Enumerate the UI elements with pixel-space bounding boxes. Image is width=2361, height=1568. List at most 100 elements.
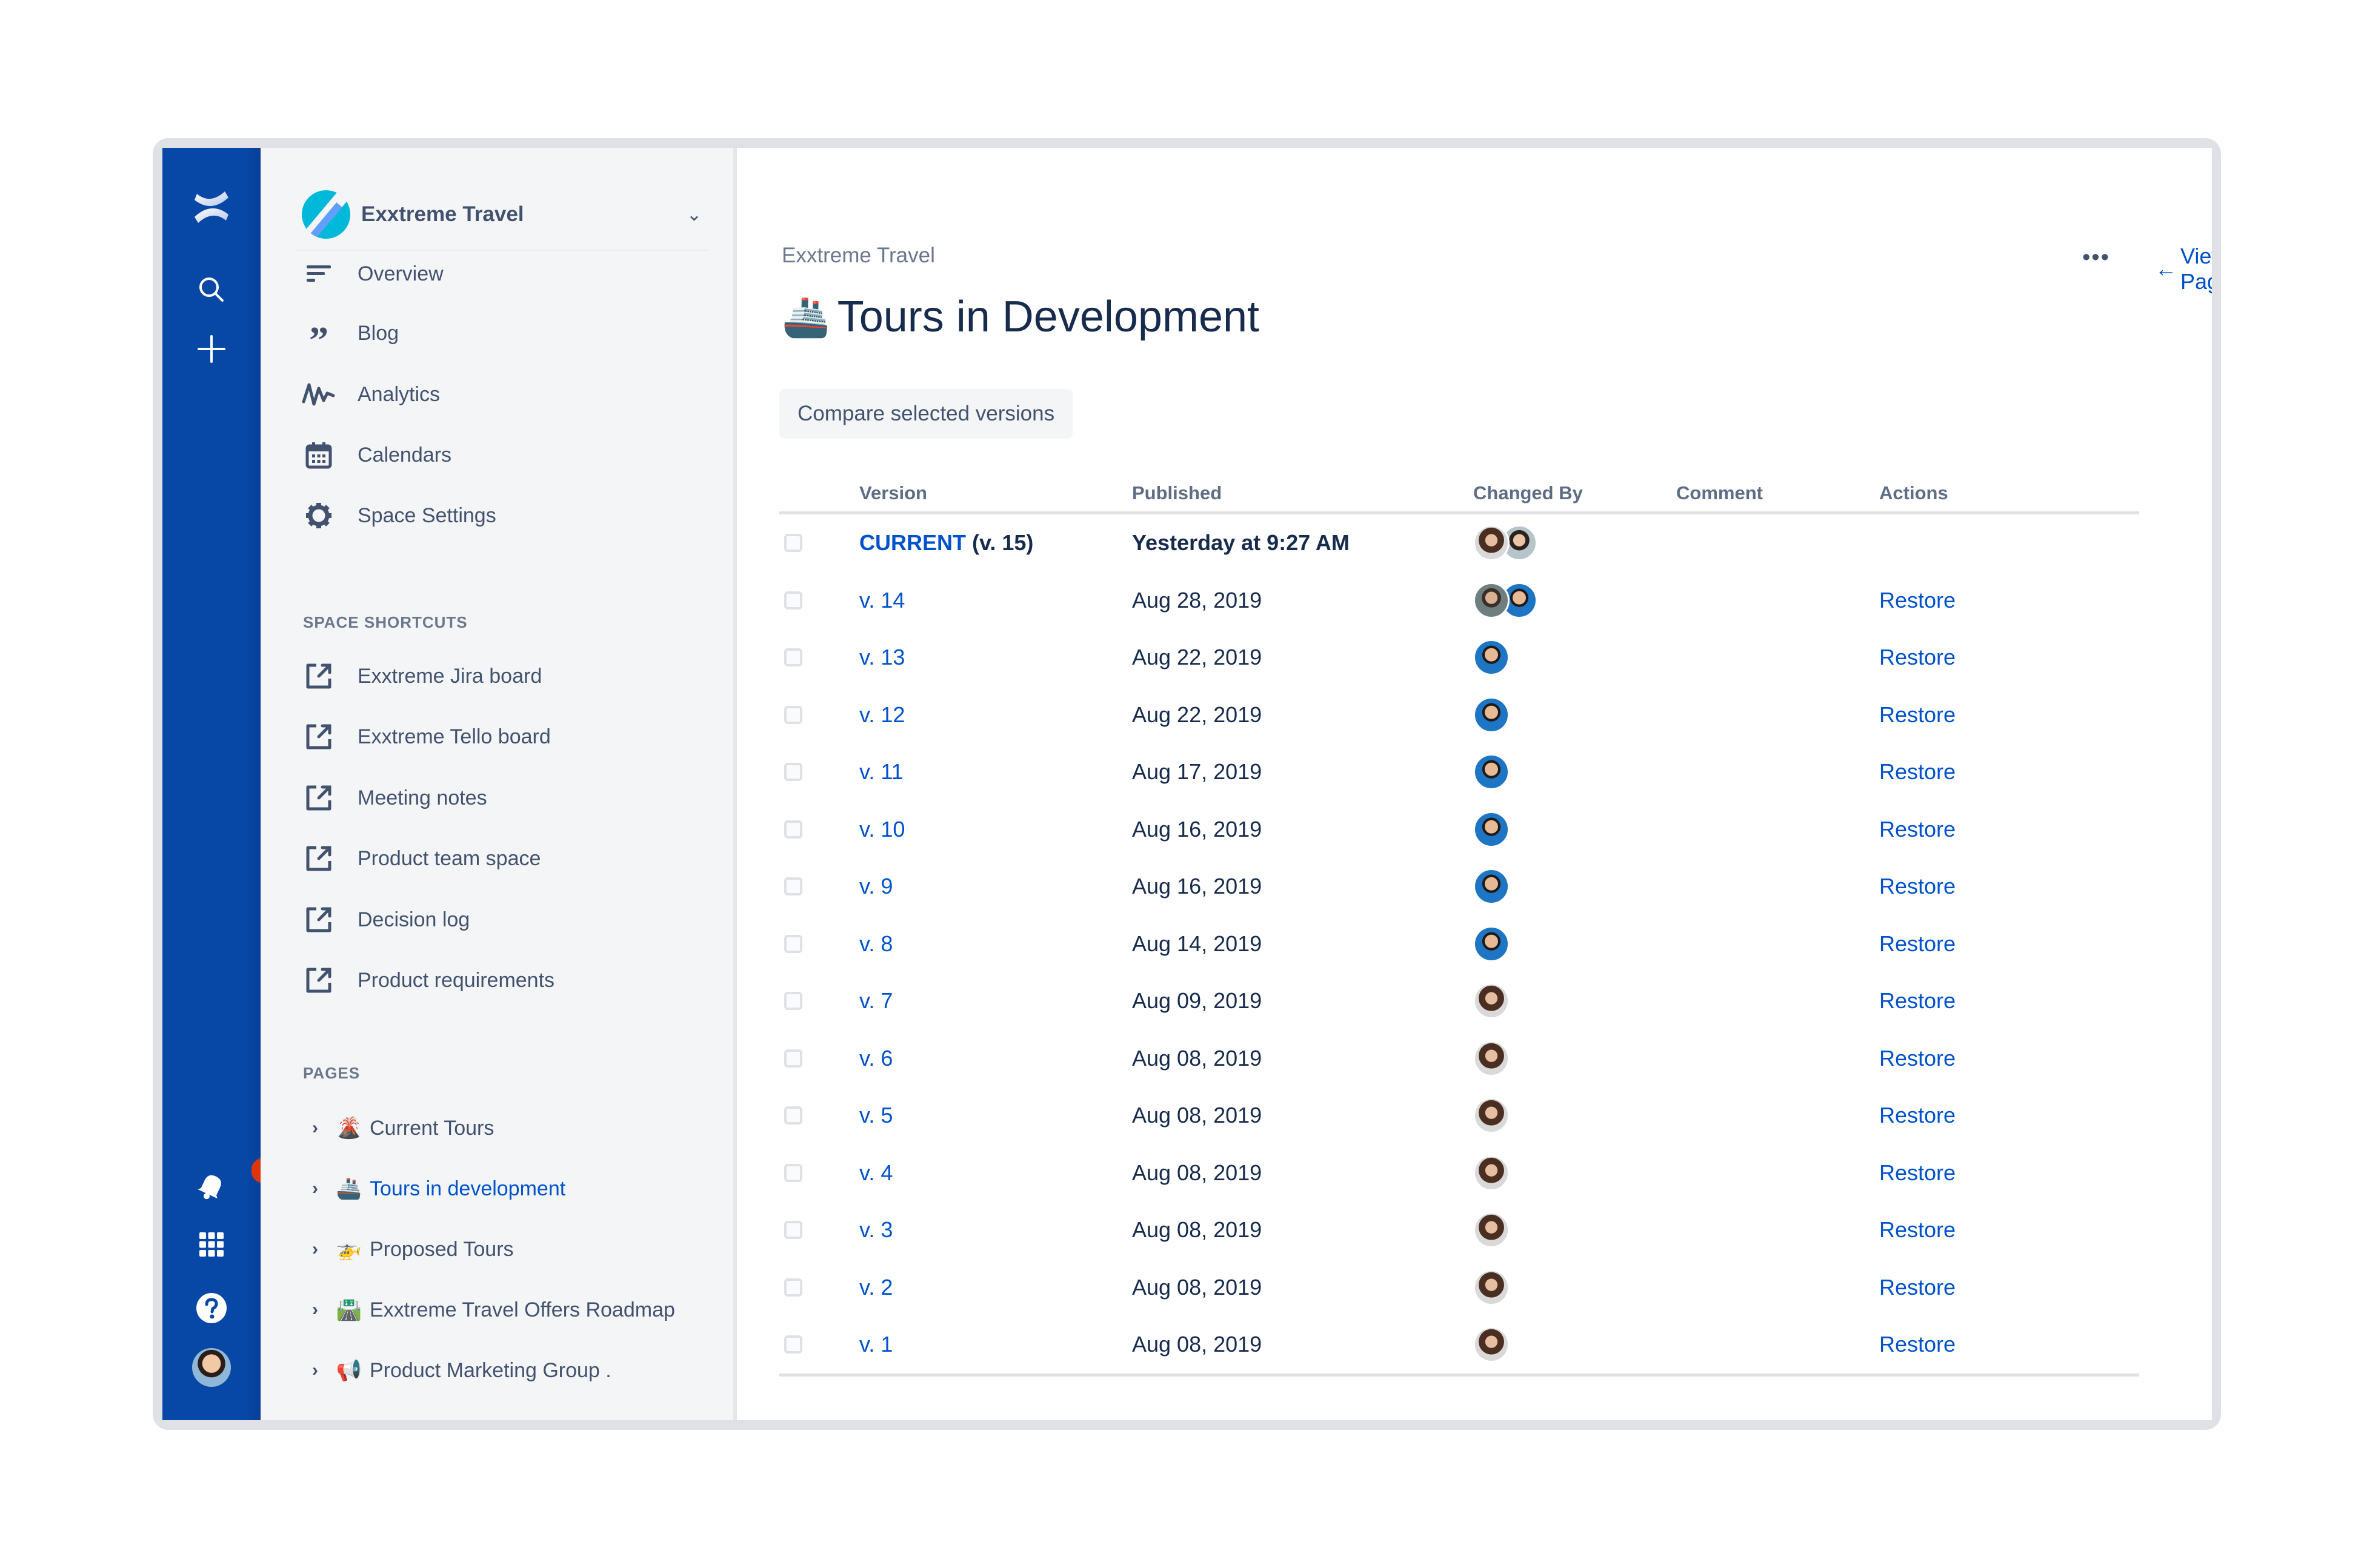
avatar[interactable]: [1473, 582, 1510, 619]
chevron-down-icon[interactable]: ⌄: [687, 204, 702, 225]
version-checkbox[interactable]: [784, 934, 802, 953]
avatar[interactable]: [1473, 696, 1510, 733]
breadcrumb[interactable]: Exxtreme Travel: [782, 244, 935, 268]
version-checkbox[interactable]: [784, 1049, 802, 1068]
version-link[interactable]: v. 11: [859, 759, 904, 785]
restore-link[interactable]: Restore: [1879, 1046, 1956, 1071]
restore-link[interactable]: Restore: [1879, 1217, 1956, 1243]
version-checkbox[interactable]: [784, 591, 802, 610]
version-link[interactable]: v. 1: [859, 1332, 893, 1357]
column-header-published[interactable]: Published: [1132, 482, 1222, 504]
avatar[interactable]: [1473, 811, 1510, 848]
sidebar-item-calendars[interactable]: Calendars: [302, 437, 451, 473]
plus-icon[interactable]: [162, 331, 261, 367]
version-checkbox[interactable]: [784, 877, 802, 896]
restore-link[interactable]: Restore: [1879, 988, 1956, 1014]
page-tree-item[interactable]: › 🌋 Current Tours: [308, 1110, 494, 1146]
restore-link[interactable]: Restore: [1879, 1332, 1956, 1357]
avatar[interactable]: [1473, 1040, 1510, 1077]
restore-link[interactable]: Restore: [1879, 759, 1956, 785]
restore-link[interactable]: Restore: [1879, 1275, 1956, 1300]
page-tree-item-active[interactable]: › 🚢 Tours in development: [308, 1171, 565, 1207]
shortcut-item[interactable]: Exxtreme Jira board: [302, 658, 542, 694]
avatar[interactable]: [1473, 925, 1510, 962]
page-label: Current Tours: [370, 1116, 495, 1140]
restore-link[interactable]: Restore: [1879, 588, 1956, 613]
chevron-right-icon[interactable]: ›: [308, 1118, 322, 1138]
page-tree-item[interactable]: › ✋ Confidential Partnership Timeline: [308, 1414, 672, 1420]
column-header-comment[interactable]: Comment: [1676, 482, 1763, 504]
version-checkbox[interactable]: [784, 763, 802, 782]
chevron-right-icon[interactable]: ›: [308, 1239, 322, 1260]
version-checkbox[interactable]: [784, 820, 802, 839]
version-link[interactable]: v. 5: [859, 1103, 893, 1128]
version-checkbox[interactable]: [784, 992, 802, 1011]
version-checkbox[interactable]: [784, 705, 802, 724]
sidebar-item-blog[interactable]: ” Blog: [302, 315, 399, 360]
avatar[interactable]: [1473, 1269, 1510, 1306]
chevron-right-icon[interactable]: ›: [308, 1178, 322, 1199]
page-tree-item[interactable]: › 📢 Product Marketing Group .: [308, 1352, 611, 1389]
search-icon[interactable]: [162, 271, 261, 308]
sidebar-item-space-settings[interactable]: Space Settings: [302, 497, 496, 534]
help-icon[interactable]: [162, 1287, 261, 1329]
restore-link[interactable]: Restore: [1879, 817, 1956, 842]
view-page-link[interactable]: ← View Page: [2155, 244, 2212, 294]
shortcut-item[interactable]: Exxtreme Tello board: [302, 719, 551, 755]
shortcut-item[interactable]: Meeting notes: [302, 780, 487, 816]
version-link[interactable]: v. 8: [859, 931, 893, 957]
avatar[interactable]: [1473, 639, 1510, 676]
avatar[interactable]: [1473, 1154, 1510, 1191]
shortcut-item[interactable]: Product requirements: [302, 962, 554, 998]
quote-icon: ”: [309, 319, 328, 362]
avatar[interactable]: [1473, 868, 1510, 905]
notifications-button[interactable]: 6: [162, 1157, 279, 1208]
avatar[interactable]: [1473, 983, 1510, 1020]
version-link[interactable]: v. 14: [859, 588, 905, 613]
version-checkbox[interactable]: [784, 1163, 802, 1182]
chevron-right-icon[interactable]: ›: [308, 1360, 322, 1381]
version-link[interactable]: v. 13: [859, 645, 905, 670]
restore-link[interactable]: Restore: [1879, 931, 1956, 957]
avatar[interactable]: [1473, 1097, 1510, 1134]
shortcut-item[interactable]: Decision log: [302, 902, 470, 938]
version-link[interactable]: v. 2: [859, 1275, 893, 1300]
restore-link[interactable]: Restore: [1879, 702, 1956, 728]
version-checkbox[interactable]: [784, 534, 802, 553]
sidebar-item-overview[interactable]: Overview: [302, 256, 444, 292]
avatar[interactable]: [1473, 754, 1510, 791]
version-checkbox[interactable]: [784, 648, 802, 667]
page-tree-item[interactable]: › 🚁 Proposed Tours: [308, 1231, 514, 1267]
avatar[interactable]: [1473, 525, 1510, 562]
version-checkbox[interactable]: [784, 1221, 802, 1240]
sidebar-item-analytics[interactable]: Analytics: [302, 376, 440, 413]
restore-link[interactable]: Restore: [1879, 874, 1956, 899]
version-link[interactable]: v. 7: [859, 988, 893, 1014]
version-checkbox[interactable]: [784, 1335, 802, 1354]
version-checkbox[interactable]: [784, 1278, 802, 1297]
column-header-version[interactable]: Version: [859, 482, 927, 504]
version-link[interactable]: v. 10: [859, 817, 905, 842]
avatar[interactable]: [1473, 1212, 1510, 1249]
version-checkbox[interactable]: [784, 1106, 802, 1125]
restore-link[interactable]: Restore: [1879, 1103, 1956, 1128]
avatar[interactable]: [1473, 1326, 1510, 1363]
restore-link[interactable]: Restore: [1879, 645, 1956, 670]
space-switcher[interactable]: Exxtreme Travel ⌄: [302, 190, 702, 239]
more-actions-icon[interactable]: •••: [2082, 245, 2110, 271]
profile-button[interactable]: [162, 1346, 261, 1389]
version-link[interactable]: v. 4: [859, 1160, 893, 1186]
confluence-logo-icon[interactable]: [162, 184, 261, 230]
version-link[interactable]: v. 6: [859, 1046, 893, 1071]
column-header-changed-by[interactable]: Changed By: [1473, 482, 1583, 504]
version-link[interactable]: v. 3: [859, 1217, 893, 1243]
restore-link[interactable]: Restore: [1879, 1160, 1956, 1186]
version-link[interactable]: CURRENT: [859, 530, 966, 556]
chevron-right-icon[interactable]: ›: [308, 1300, 322, 1320]
compare-selected-versions-button[interactable]: Compare selected versions: [779, 389, 1073, 439]
shortcut-item[interactable]: Product team space: [302, 840, 541, 877]
version-link[interactable]: v. 9: [859, 874, 893, 899]
version-link[interactable]: v. 12: [859, 702, 905, 728]
page-tree-item[interactable]: › 🛣️ Exxtreme Travel Offers Roadmap: [308, 1292, 675, 1328]
app-switcher-icon[interactable]: [162, 1226, 261, 1263]
